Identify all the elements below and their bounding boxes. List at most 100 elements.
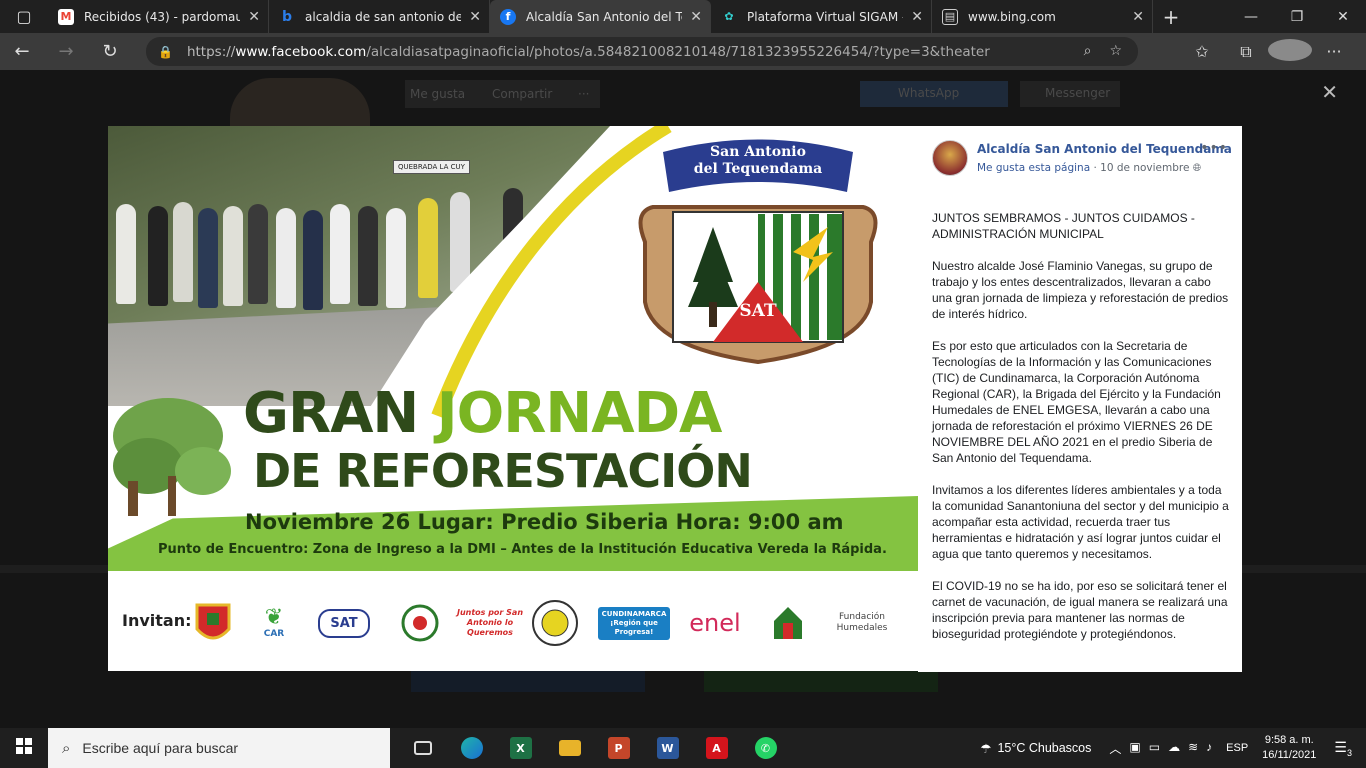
taskbar-clock[interactable]: 9:58 a. m. 16/11/2021 xyxy=(1262,733,1316,763)
close-icon[interactable]: ✕ xyxy=(911,9,923,25)
post-side-panel: Alcaldía San Antonio del Tequendama ••• … xyxy=(918,126,1242,672)
sponsor-cundinamarca-logo: CUNDINAMARCA ¡Región que Progresa! xyxy=(597,598,671,648)
tray-icons: ︿ ▣ ▭ ☁ ≋ ♪ xyxy=(1109,740,1212,757)
tab-title: www.bing.com xyxy=(968,9,1056,24)
tree-illustration xyxy=(113,398,231,516)
profile-avatar[interactable] xyxy=(1268,38,1312,65)
task-view-icon[interactable] xyxy=(398,728,447,768)
taskbar-search-box[interactable]: ⌕ Escribe aquí para buscar xyxy=(48,728,390,768)
close-icon[interactable]: ✕ xyxy=(1132,9,1144,25)
bg-messenger-label: Messenger xyxy=(1045,86,1111,100)
whatsapp-icon[interactable]: ✆ xyxy=(741,728,790,768)
favorite-add-icon[interactable]: ☆ xyxy=(1109,43,1122,59)
post-photo[interactable]: QUEBRADA LA CUY San Antonio del Tequenda… xyxy=(108,126,918,671)
bg-whatsapp-label: WhatsApp xyxy=(898,86,960,100)
close-icon[interactable]: ✕ xyxy=(248,9,260,25)
address-toolbar: ← → ↻ 🔒 https://www.facebook.com/alcaldi… xyxy=(0,33,1366,70)
bg-like-button: Me gusta xyxy=(410,87,466,101)
facebook-icon: f xyxy=(500,8,516,25)
volume-icon[interactable]: ♪ xyxy=(1206,740,1212,757)
more-options-icon[interactable]: ••• xyxy=(1200,140,1228,156)
collections-icon[interactable]: ⧉ xyxy=(1224,42,1268,62)
sponsor-juntos-logo: Juntos por San Antonio lo Queremos xyxy=(456,608,524,637)
logo-text-bottom: del Tequendama xyxy=(693,161,823,177)
sponsor-car-logo: ❦ CAR xyxy=(263,605,285,640)
settings-more-icon[interactable]: ··· xyxy=(1312,42,1356,61)
tab-title: Recibidos (43) - pardomauricio xyxy=(84,9,241,24)
page-viewport: Me gusta Compartir ··· WhatsApp Messenge… xyxy=(0,70,1366,728)
like-page-link[interactable]: Me gusta esta página xyxy=(977,162,1090,174)
post-paragraph: El COVID-19 no se ha ido, por eso se sol… xyxy=(932,579,1228,641)
poster-sponsors-row: Invitan: ❦ CAR SAT Juntos por San Antonio… xyxy=(108,576,918,671)
sponsor-crest-logo xyxy=(190,598,236,648)
battery-icon[interactable]: ▭ xyxy=(1149,740,1160,757)
sponsor-army-logo xyxy=(528,598,582,648)
post-paragraph: Nuestro alcalde José Flaminio Vanegas, s… xyxy=(932,259,1229,321)
tab-gmail[interactable]: M Recibidos (43) - pardomauricio ✕ xyxy=(48,0,269,33)
url-path: /alcaldiasatpaginaoficial/photos/a.58482… xyxy=(366,43,990,60)
page-name-link[interactable]: Alcaldía San Antonio del Tequendama xyxy=(977,142,1232,156)
sponsor-circle-logo xyxy=(398,598,442,648)
weather-widget[interactable]: ☂ 15°C Chubascos xyxy=(980,741,1091,756)
refresh-button[interactable]: ↻ xyxy=(88,41,132,62)
minimize-icon[interactable]: — xyxy=(1228,9,1274,25)
sigam-icon: ✿ xyxy=(724,10,734,23)
meta-separator: · xyxy=(1090,162,1101,174)
windows-taskbar: ⌕ Escribe aquí para buscar X P W A ✆ ☂ 1… xyxy=(0,728,1366,768)
back-button[interactable]: ← xyxy=(0,41,44,62)
poster-event-details: Noviembre 26 Lugar: Predio Siberia Hora:… xyxy=(245,510,844,534)
tab-actions-icon[interactable]: ▢ xyxy=(0,0,48,33)
sponsor-enel-logo: enel xyxy=(689,609,741,637)
chevron-up-icon[interactable]: ︿ xyxy=(1109,740,1121,757)
post-paragraph: JUNTOS SEMBRAMOS - JUNTOS CUIDAMOS - ADM… xyxy=(932,211,1195,241)
wifi-icon[interactable]: ≋ xyxy=(1188,740,1198,757)
forward-button[interactable]: → xyxy=(44,41,88,62)
windows-start-icon[interactable] xyxy=(0,738,48,758)
close-window-icon[interactable]: ✕ xyxy=(1320,9,1366,25)
logo-initials: SAT xyxy=(739,301,777,321)
sponsor-sat-logo: SAT xyxy=(308,598,380,648)
powerpoint-icon[interactable]: P xyxy=(594,728,643,768)
post-date[interactable]: 10 de noviembre xyxy=(1100,162,1189,174)
restore-icon[interactable]: ❐ xyxy=(1274,9,1320,25)
tab-facebook[interactable]: f Alcaldía San Antonio del Tequ ✕ xyxy=(490,0,711,33)
page-avatar[interactable] xyxy=(932,140,968,176)
lock-icon[interactable]: 🔒 xyxy=(158,45,173,59)
excel-icon[interactable]: X xyxy=(496,728,545,768)
weather-showers-icon: ☂ xyxy=(980,741,992,756)
bg-share-button: Compartir xyxy=(492,87,553,101)
close-icon[interactable]: ✕ xyxy=(469,9,481,25)
search-icon: ⌕ xyxy=(62,739,71,757)
globe-icon: 🌐︎ xyxy=(1192,162,1202,174)
poster-title-line1: GRAN JORNADA xyxy=(243,381,723,446)
system-tray: ☂ 15°C Chubascos ︿ ▣ ▭ ☁ ≋ ♪ ESP 9:58 a.… xyxy=(980,733,1366,763)
new-tab-button[interactable]: + xyxy=(1153,5,1189,29)
favorites-icon[interactable]: ✩ xyxy=(1180,42,1224,61)
onedrive-icon[interactable]: ☁ xyxy=(1168,740,1180,757)
bg-block-left xyxy=(411,670,645,692)
post-paragraph: Invitamos a los diferentes líderes ambie… xyxy=(932,483,1229,561)
logo-text-top: San Antonio xyxy=(710,144,806,160)
page-icon: ▤ xyxy=(942,8,958,25)
tab-sigam[interactable]: ✿ Plataforma Virtual SIGAM – C ✕ xyxy=(711,0,932,33)
tab-bing-search[interactable]: b alcaldia de san antonio del te ✕ xyxy=(269,0,490,33)
notification-center-icon[interactable]: ☰3 xyxy=(1334,739,1352,758)
acrobat-icon[interactable]: A xyxy=(692,728,741,768)
meet-now-icon[interactable]: ▣ xyxy=(1129,740,1140,757)
sponsor-cundinamarca-label: CUNDINAMARCA ¡Región que Progresa! xyxy=(597,606,671,640)
post-paragraph: Es por esto que articulados con la Secre… xyxy=(932,339,1221,465)
tab-bing[interactable]: ▤ www.bing.com ✕ xyxy=(932,0,1153,33)
bg-profile-image xyxy=(230,78,370,126)
close-viewer-icon[interactable]: ✕ xyxy=(1321,80,1338,104)
file-explorer-icon[interactable] xyxy=(545,728,594,768)
edge-icon[interactable] xyxy=(447,728,496,768)
word-icon[interactable]: W xyxy=(643,728,692,768)
poster-title-jornada: JORNADA xyxy=(436,381,723,446)
zoom-icon[interactable]: ⌕ xyxy=(1084,43,1092,59)
tab-title: alcaldia de san antonio del te xyxy=(305,9,462,24)
close-icon[interactable]: ✕ xyxy=(690,9,702,25)
language-indicator[interactable]: ESP xyxy=(1226,742,1248,754)
url-field[interactable]: 🔒 https://www.facebook.com/alcaldiasatpa… xyxy=(146,37,1138,66)
clock-time: 9:58 a. m. xyxy=(1264,734,1314,746)
url-host: www.facebook.com xyxy=(235,43,367,60)
